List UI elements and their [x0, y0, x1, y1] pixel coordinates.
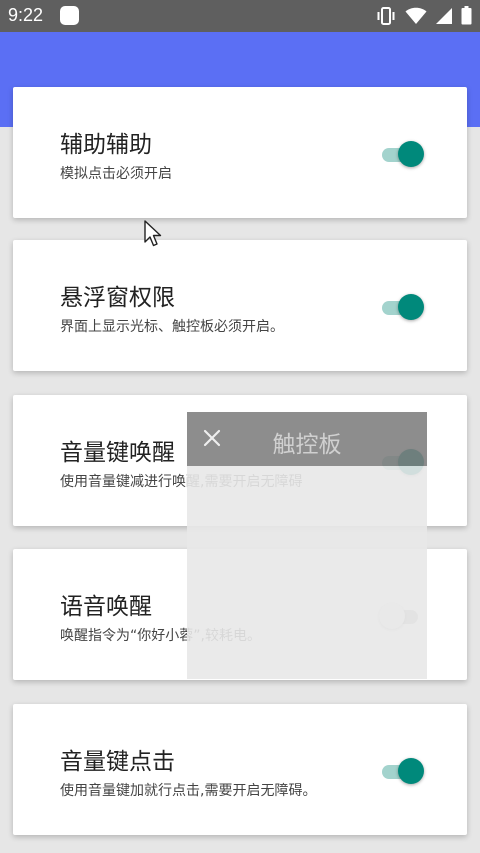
touchpad-overlay[interactable]: 触控板	[187, 412, 427, 679]
touchpad-title: 触控板	[272, 432, 342, 458]
volume-click-toggle[interactable]	[379, 757, 425, 785]
battery-icon	[461, 6, 472, 25]
setting-title: 音量键点击	[60, 749, 175, 775]
setting-title: 语音唤醒	[60, 594, 152, 620]
accessibility-toggle[interactable]	[379, 140, 425, 168]
setting-subtitle: 模拟点击必须开启	[60, 166, 172, 182]
status-icons	[375, 6, 472, 25]
vibrate-icon	[377, 6, 395, 25]
cursor-pointer-icon	[144, 220, 162, 247]
status-bar: 9:22	[0, 0, 480, 32]
setting-card-overlay-permission[interactable]: 悬浮窗权限 界面上显示光标、触控板必须开启。	[13, 240, 467, 371]
overlay-permission-toggle[interactable]	[379, 293, 425, 321]
setting-card-accessibility[interactable]: 辅助辅助 模拟点击必须开启	[13, 87, 467, 218]
wifi-icon	[405, 7, 427, 24]
setting-subtitle: 使用音量键加就行点击,需要开启无障碍。	[60, 783, 317, 799]
setting-card-volume-click[interactable]: 音量键点击 使用音量键加就行点击,需要开启无障碍。	[13, 704, 467, 835]
touchpad-surface[interactable]	[187, 466, 427, 679]
status-time: 9:22	[8, 5, 44, 25]
setting-subtitle: 界面上显示光标、触控板必须开启。	[60, 319, 284, 335]
signal-icon	[436, 7, 452, 24]
setting-title: 悬浮窗权限	[60, 285, 175, 311]
touchpad-header[interactable]: 触控板	[187, 412, 427, 466]
setting-title: 辅助辅助	[60, 132, 152, 158]
setting-title: 音量键唤醒	[60, 440, 175, 466]
app-notification-icon	[60, 6, 79, 25]
